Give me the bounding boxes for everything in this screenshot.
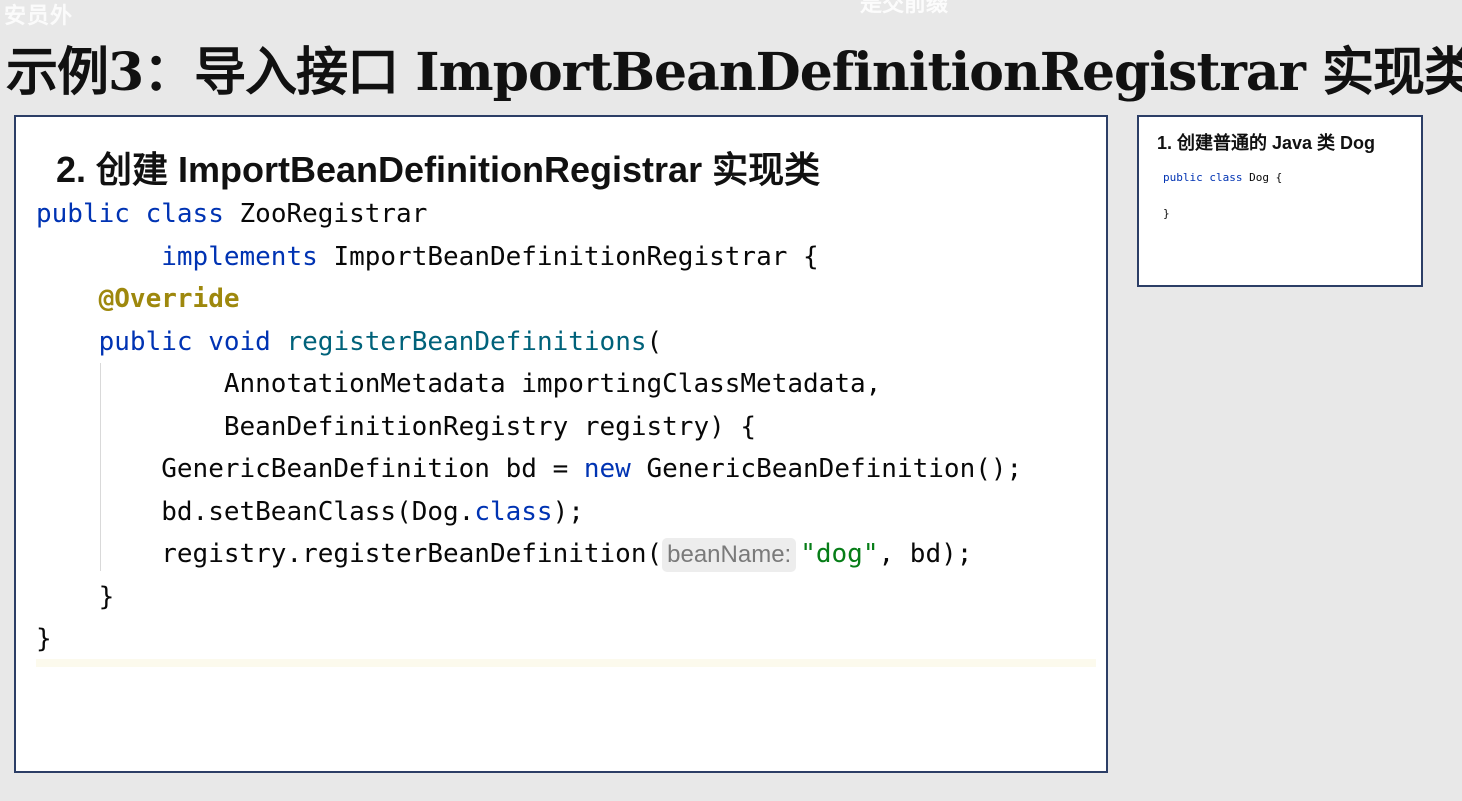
keyword: class xyxy=(1209,171,1243,184)
code-line-7: GenericBeanDefinition bd = new GenericBe… xyxy=(36,448,1096,491)
keyword: class xyxy=(474,496,553,527)
code-block[interactable]: public class ZooRegistrar implements Imp… xyxy=(36,193,1096,661)
closing-brace: } xyxy=(1163,207,1170,220)
string-literal: "dog" xyxy=(800,539,879,569)
code-line-11: } xyxy=(36,618,1096,661)
side-code-line-3: } xyxy=(1163,205,1282,223)
method-name: registerBeanDefinitions xyxy=(286,326,647,357)
code-line-6: BeanDefinitionRegistry registry) { xyxy=(36,406,1096,449)
code-line-8: bd.setBeanClass(Dog.class); xyxy=(36,491,1096,534)
code-line-2: implements ImportBeanDefinitionRegistrar… xyxy=(36,236,1096,279)
closing-brace: } xyxy=(98,581,115,612)
side-code-line-1: public class Dog { xyxy=(1163,169,1282,187)
statement: , bd); xyxy=(878,539,973,569)
main-code-panel: 2. 创建 ImportBeanDefinitionRegistrar 实现类 … xyxy=(14,115,1108,773)
keyword: class xyxy=(145,199,224,229)
interface-name: ImportBeanDefinitionRegistrar { xyxy=(333,241,819,272)
code-line-9: registry.registerBeanDefinition(beanName… xyxy=(36,533,1096,576)
statement: bd.setBeanClass(Dog. xyxy=(161,496,475,527)
paren: ( xyxy=(646,326,663,357)
keyword: void xyxy=(208,326,271,357)
class-name: Dog { xyxy=(1249,171,1283,184)
keyword: implements xyxy=(161,241,318,272)
class-name: ZooRegistrar xyxy=(239,199,428,229)
side-code-line-2 xyxy=(1163,187,1282,205)
closing-brace: } xyxy=(36,624,52,654)
keyword: new xyxy=(583,454,631,484)
statement: GenericBeanDefinition bd = xyxy=(161,454,584,484)
code-line-5: AnnotationMetadata importingClassMetadat… xyxy=(36,363,1096,406)
annotation: @Override xyxy=(98,284,240,314)
code-line-4: public void registerBeanDefinitions( xyxy=(36,321,1096,364)
step2-heading: 2. 创建 ImportBeanDefinitionRegistrar 实现类 xyxy=(56,149,821,190)
statement: ); xyxy=(552,496,584,527)
code-line-10: } xyxy=(36,576,1096,619)
channel-watermark: 安员外 xyxy=(4,4,74,29)
step1-heading: 1. 创建普通的 Java 类 Dog xyxy=(1157,133,1376,153)
keyword: public xyxy=(36,199,130,229)
parameter-hint: beanName: xyxy=(662,537,797,572)
keyword: public xyxy=(98,326,193,357)
code-line-1: public class ZooRegistrar xyxy=(36,193,1096,236)
side-code-panel: 1. 创建普通的 Java 类 Dog public class Dog { } xyxy=(1137,115,1423,287)
keyword: public xyxy=(1163,171,1203,184)
statement: GenericBeanDefinition(); xyxy=(630,454,1023,484)
slide-title: 示例3：导入接口 ImportBeanDefinitionRegistrar 实… xyxy=(6,42,1462,103)
statement: registry.registerBeanDefinition( xyxy=(161,539,663,569)
subtitle-watermark: 是交前缀 xyxy=(860,0,949,17)
side-code-block[interactable]: public class Dog { } xyxy=(1163,169,1282,223)
code-line-3: @Override xyxy=(36,278,1096,321)
parameter: BeanDefinitionRegistry registry) { xyxy=(223,411,757,442)
parameter: AnnotationMetadata importingClassMetadat… xyxy=(223,369,882,399)
